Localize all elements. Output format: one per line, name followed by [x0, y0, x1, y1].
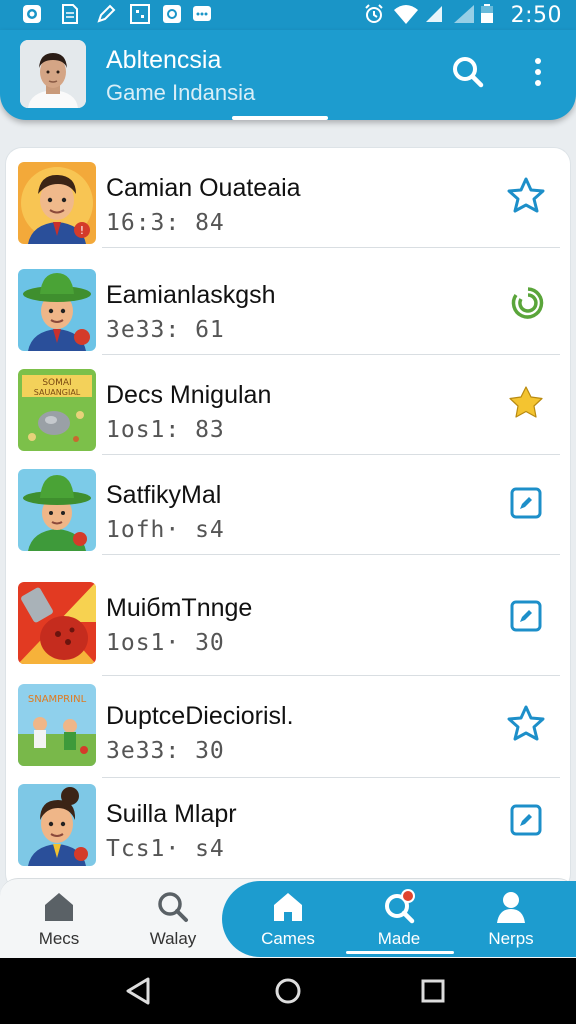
item-subtitle: 1os1: 83	[106, 417, 225, 443]
item-title: Camian Ouateaia	[106, 174, 301, 202]
thumbnail-text: SOMAI	[42, 378, 71, 388]
divider	[102, 247, 560, 248]
game-thumbnail	[18, 784, 96, 866]
avatar[interactable]	[20, 40, 86, 108]
game-thumbnail: SOMAI SAUANGIAL	[18, 369, 96, 451]
home-icon	[274, 893, 302, 921]
profile-photo	[20, 40, 86, 108]
nav-label: Made	[377, 929, 421, 948]
status-bar: 2:50	[0, 0, 576, 30]
item-title: DuptceDieciorisl.	[106, 702, 294, 730]
recents-icon[interactable]	[413, 971, 453, 1011]
list-item[interactable]: ! Camian Ouateaia 16:3: 84	[6, 148, 570, 248]
message-icon	[193, 6, 211, 21]
app-subtitle: Game Indansia	[106, 80, 256, 105]
nav-label: Mecs	[38, 929, 80, 948]
item-subtitle: Tcs1· s4	[106, 836, 225, 862]
list-item[interactable]: SOMAI SAUANGIAL Decs Mnigulan 1os1: 83	[6, 355, 570, 455]
star-outline-icon[interactable]	[506, 704, 546, 744]
item-title: Eamianlaskgsh	[106, 281, 276, 309]
game-list: ! Camian Ouateaia 16:3: 84 Eamianlaskgsh…	[6, 148, 570, 890]
item-title: SatfikyMal	[106, 481, 222, 509]
photo-icon	[163, 5, 181, 23]
search-icon[interactable]	[448, 52, 488, 92]
star-filled-icon[interactable]	[506, 383, 546, 423]
home-circle-icon[interactable]	[268, 971, 308, 1011]
search-icon	[158, 892, 188, 922]
svg-text:!: !	[80, 224, 84, 237]
edit-box-icon[interactable]	[506, 596, 546, 636]
thumbnail-text: SAUANGIAL	[34, 388, 81, 397]
nav-label: Walay	[149, 929, 197, 948]
game-thumbnail: SNAMPRINL	[18, 684, 96, 766]
document-icon	[62, 4, 78, 24]
list-item[interactable]: Eamianlaskgsh 3e33: 61	[6, 255, 570, 355]
nav-item-walay[interactable]: Walay	[128, 879, 218, 959]
sync-icon[interactable]	[506, 283, 546, 323]
nav-label: Cames	[261, 929, 315, 948]
signal-icon	[426, 6, 442, 22]
back-icon[interactable]	[118, 971, 158, 1011]
game-thumbnail	[18, 469, 96, 551]
item-title: MuiбmTnnge	[106, 594, 253, 622]
item-subtitle: 1os1· 30	[106, 630, 225, 656]
app-bar: Abltencsia Game Indansia	[0, 30, 576, 120]
signal-icon	[454, 5, 474, 23]
star-outline-icon[interactable]	[506, 176, 546, 216]
list-item[interactable]: SNAMPRINL DuptceDieciorisl. 3e33: 30	[6, 676, 570, 778]
item-subtitle: 1ofh· s4	[106, 517, 225, 543]
app-title: Abltencsia	[106, 46, 222, 74]
app-icon	[23, 5, 41, 23]
item-subtitle: 16:3: 84	[106, 210, 225, 236]
item-title: Decs Mnigulan	[106, 381, 272, 409]
edit-icon	[97, 4, 116, 23]
game-thumbnail	[18, 269, 96, 351]
item-subtitle: 3e33: 30	[106, 738, 225, 764]
list-item[interactable]: Suilla Mlapr Tcs1· s4	[6, 778, 570, 890]
more-vert-icon[interactable]	[518, 52, 558, 92]
thumbnail-text: SNAMPRINL	[28, 694, 87, 705]
status-time: 2:50	[510, 3, 562, 28]
bottom-nav: Mecs Walay Cames Made Nerps	[0, 878, 576, 958]
nav-active-indicator	[346, 951, 454, 954]
item-title: Suilla Mlapr	[106, 800, 237, 828]
divider	[102, 554, 560, 555]
nav-item-made[interactable]: Made	[354, 879, 444, 959]
edit-box-icon[interactable]	[506, 800, 546, 840]
system-nav-bar	[0, 958, 576, 1024]
alarm-icon	[365, 4, 383, 23]
nav-label: Nerps	[488, 929, 534, 948]
item-subtitle: 3e33: 61	[106, 317, 225, 343]
tab-indicator	[232, 116, 328, 120]
search-badge-icon	[385, 889, 415, 924]
home-icon	[45, 893, 73, 921]
game-thumbnail	[18, 582, 96, 664]
nav-item-mecs[interactable]: Mecs	[14, 879, 104, 959]
list-item[interactable]: MuiбmTnnge 1os1· 30	[6, 568, 570, 676]
grid-icon	[130, 4, 150, 24]
wifi-icon	[394, 5, 418, 24]
list-item[interactable]: SatfikyMal 1ofh· s4	[6, 455, 570, 555]
battery-icon	[481, 4, 493, 23]
person-icon	[497, 892, 525, 923]
nav-item-nerps[interactable]: Nerps	[466, 879, 556, 959]
nav-item-cames[interactable]: Cames	[243, 879, 333, 959]
game-thumbnail: !	[18, 162, 96, 244]
edit-box-icon[interactable]	[506, 483, 546, 523]
